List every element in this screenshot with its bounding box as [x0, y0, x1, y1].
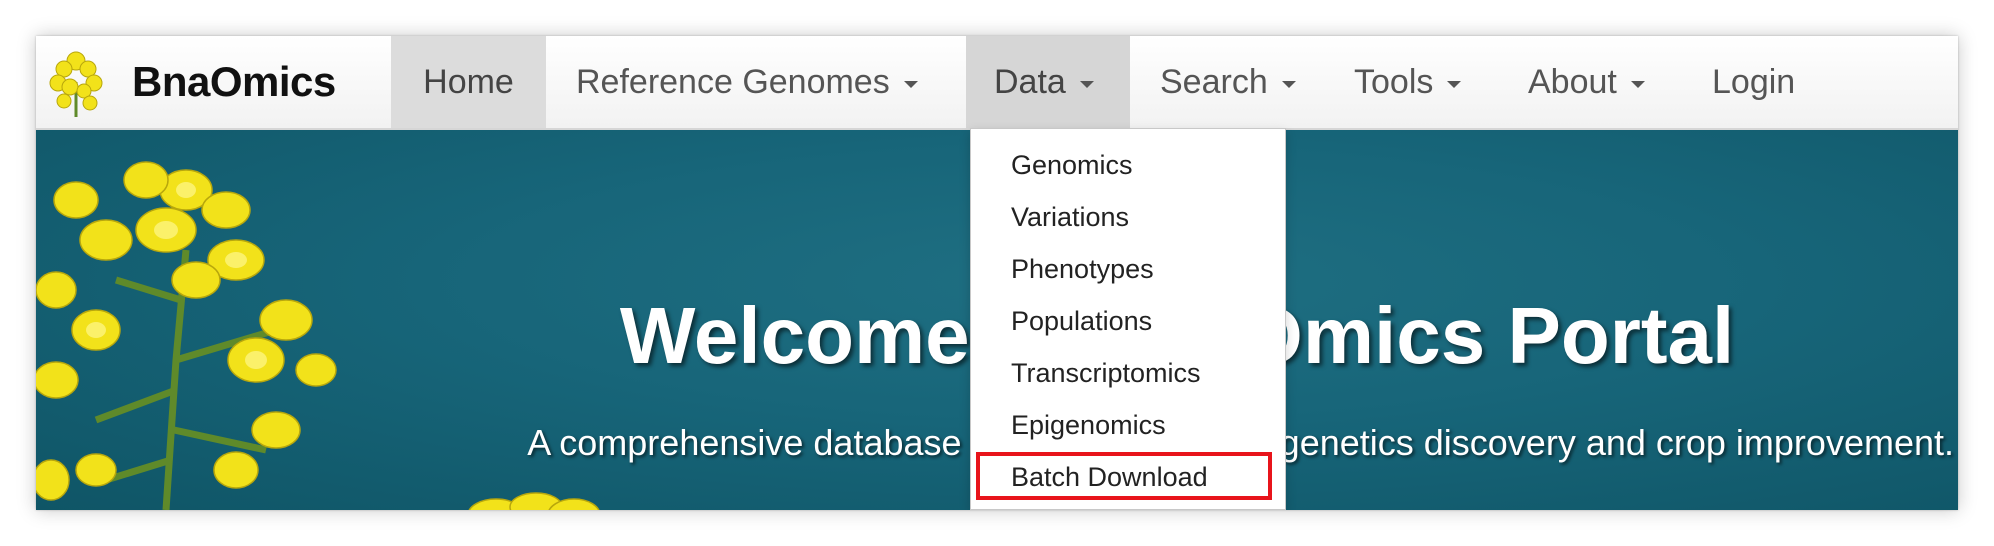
caret-down-icon: [1630, 80, 1645, 88]
nav-reference-genomes[interactable]: Reference Genomes: [546, 36, 966, 128]
rapeseed-flower-logo-icon: [49, 51, 103, 117]
caret-down-icon: [1079, 80, 1094, 88]
nav-tools-label: Tools: [1354, 62, 1434, 101]
menu-item-batch-download[interactable]: Batch Download: [971, 451, 1285, 503]
menu-item-genomics[interactable]: Genomics: [971, 139, 1285, 191]
nav-about[interactable]: About: [1498, 36, 1682, 128]
nav-search[interactable]: Search: [1130, 36, 1324, 128]
nav-about-label: About: [1528, 62, 1617, 101]
menu-item-epigenomics[interactable]: Epigenomics: [971, 399, 1285, 451]
caret-down-icon: [1447, 80, 1462, 88]
brand-name: BnaOmics: [132, 58, 336, 105]
nav-data-label: Data: [994, 62, 1066, 101]
menu-item-variations[interactable]: Variations: [971, 191, 1285, 243]
nav-tools[interactable]: Tools: [1324, 36, 1498, 128]
rapeseed-flower-bottom-image: [468, 492, 600, 510]
menu-item-phenotypes[interactable]: Phenotypes: [971, 243, 1285, 295]
browser-window: Welcome to BnaOmics Portal A comprehensi…: [36, 36, 1958, 510]
nav-login[interactable]: Login: [1682, 36, 1823, 128]
nav-login-label: Login: [1712, 62, 1796, 101]
data-dropdown-menu: Genomics Variations Phenotypes Populatio…: [970, 128, 1286, 510]
menu-item-populations[interactable]: Populations: [971, 295, 1285, 347]
nav-home-label: Home: [423, 62, 514, 101]
brand[interactable]: BnaOmics: [36, 36, 391, 128]
caret-down-icon: [903, 80, 918, 88]
caret-down-icon: [1281, 80, 1296, 88]
top-navbar: BnaOmics Home Reference Genomes Data Sea…: [36, 36, 1958, 130]
nav-search-label: Search: [1160, 62, 1268, 101]
nav-home[interactable]: Home: [391, 36, 546, 128]
menu-item-transcriptomics[interactable]: Transcriptomics: [971, 347, 1285, 399]
nav-reference-genomes-label: Reference Genomes: [576, 62, 890, 101]
nav-data[interactable]: Data: [966, 36, 1130, 128]
